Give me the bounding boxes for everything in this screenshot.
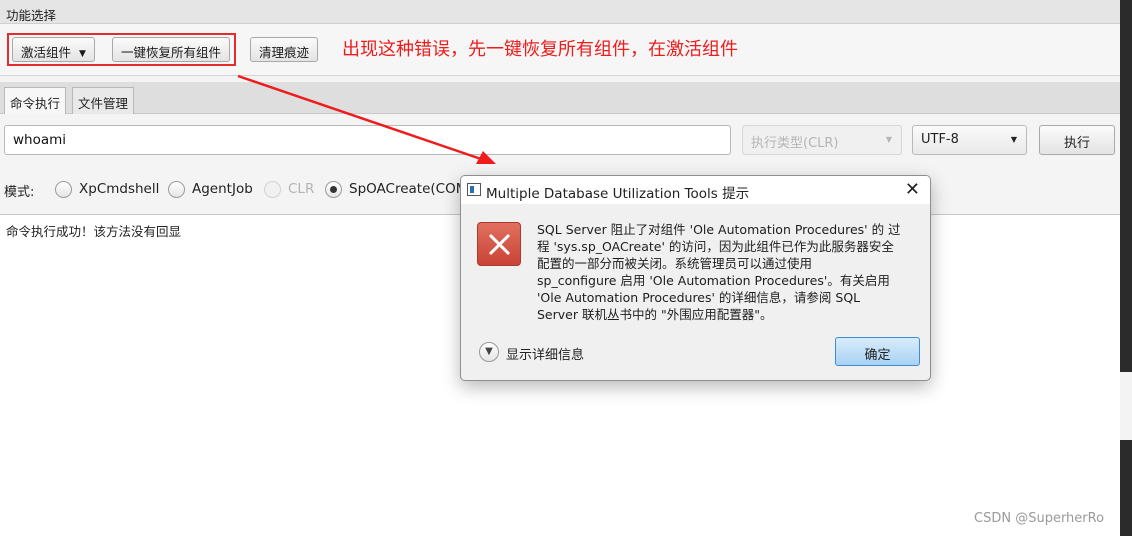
radio-label: CLR xyxy=(288,181,315,197)
command-input[interactable] xyxy=(4,125,731,155)
chevron-down-icon: ▼ xyxy=(885,135,892,144)
exec-type-select[interactable]: 执行类型(CLR) ▼ xyxy=(742,125,902,155)
radio-dot[interactable] xyxy=(55,180,72,198)
annotation-text: 出现这种错误，先一键恢复所有组件，在激活组件 xyxy=(342,39,738,60)
section-header: 功能选择 xyxy=(0,0,1120,24)
message-line: SQL Server 阻止了对组件 'Ole Automation Proced… xyxy=(537,222,901,237)
background-window-edge xyxy=(1120,0,1132,536)
dialog-message: SQL Server 阻止了对组件 'Ole Automation Proced… xyxy=(537,221,922,323)
error-x-icon xyxy=(477,222,521,266)
message-line: sp_configure 启用 'Ole Automation Procedur… xyxy=(537,273,890,288)
encoding-value: UTF-8 xyxy=(921,132,959,147)
output-text: 命令执行成功！该方法没有回显 xyxy=(6,224,182,239)
tab-file-manager[interactable]: 文件管理 xyxy=(72,87,135,114)
app-window-icon xyxy=(467,183,481,196)
dialog-title: Multiple Database Utilization Tools 提示 xyxy=(486,186,750,202)
watermark: CSDN @SuperherRo xyxy=(974,511,1105,526)
radio-spoacreate[interactable]: SpOACreate(COM xyxy=(325,179,467,199)
tab-label: 文件管理 xyxy=(78,96,129,111)
error-dialog: Multiple Database Utilization Tools 提示 ✕… xyxy=(460,175,931,381)
mode-label: 模式: xyxy=(4,185,35,200)
message-line: 'Ole Automation Procedures' 的详细信息，请参阅 SQ… xyxy=(537,290,861,305)
ok-button[interactable]: 确定 xyxy=(835,337,920,366)
radio-agentjob[interactable]: AgentJob xyxy=(168,179,253,199)
annotation-highlight-box xyxy=(7,33,236,66)
tab-label: 命令执行 xyxy=(10,96,61,111)
message-line: 配置的一部分而被关闭。系统管理员可以通过使用 xyxy=(537,256,813,271)
message-line: Server 联机丛书中的 "外围应用配置器"。 xyxy=(537,307,773,322)
radio-label: XpCmdshell xyxy=(79,181,160,197)
dialog-titlebar: Multiple Database Utilization Tools 提示 ✕ xyxy=(461,176,930,204)
message-line: 程 'sys.sp_OACreate' 的访问，因为此组件已作为此服务器安全 xyxy=(537,239,894,254)
exec-type-value: 执行类型(CLR) xyxy=(751,136,839,151)
chevron-down-icon: ▼ xyxy=(1010,135,1017,144)
radio-dot[interactable] xyxy=(264,180,281,198)
execute-button[interactable]: 执行 xyxy=(1039,125,1115,155)
radio-clr[interactable]: CLR xyxy=(264,179,314,199)
radio-dot[interactable] xyxy=(168,180,185,198)
expand-details-chevron-icon[interactable]: ▼ xyxy=(479,342,499,362)
radio-dot[interactable] xyxy=(325,180,342,198)
radio-xpcmdshell[interactable]: XpCmdshell xyxy=(55,179,159,199)
tab-command-exec[interactable]: 命令执行 xyxy=(4,87,67,114)
radio-label: AgentJob xyxy=(192,181,253,197)
close-icon[interactable]: ✕ xyxy=(905,179,920,200)
tab-bar: 命令执行 文件管理 xyxy=(0,82,1120,114)
show-details-label[interactable]: 显示详细信息 xyxy=(506,344,584,363)
background-window-chip xyxy=(1120,372,1132,440)
encoding-select[interactable]: UTF-8 ▼ xyxy=(912,125,1027,155)
clean-traces-button[interactable]: 清理痕迹 xyxy=(250,37,319,62)
section-title: 功能选择 xyxy=(6,8,57,23)
radio-label: SpOACreate(COM xyxy=(349,181,468,197)
